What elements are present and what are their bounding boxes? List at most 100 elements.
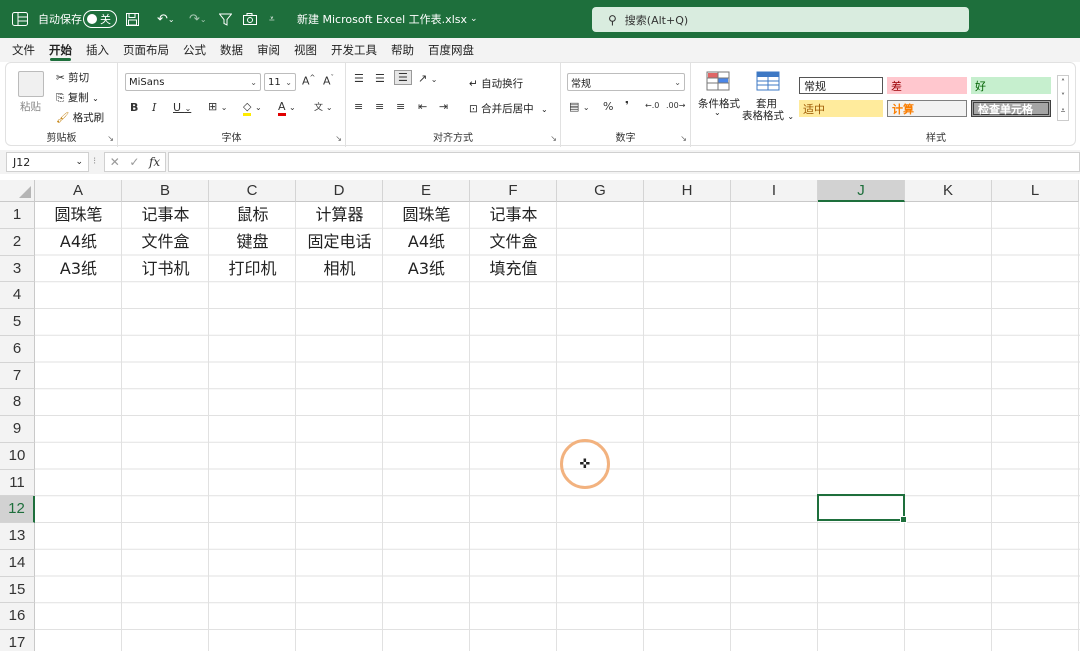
comma-icon[interactable]: ❜ [625, 99, 629, 112]
row-header-10[interactable]: 10 [0, 442, 35, 470]
formula-input[interactable] [168, 152, 1080, 172]
dialog-launcher-icon[interactable]: ↘ [680, 134, 687, 143]
style-calculation[interactable]: 计算 [887, 100, 967, 117]
cell-f1[interactable]: 记事本 [470, 202, 557, 229]
cut-button[interactable]: ✂ 剪切 [56, 70, 89, 85]
style-bad[interactable]: 差 [887, 77, 967, 94]
menu-formulas[interactable]: 公式 [176, 38, 213, 62]
insert-function-icon[interactable]: fx [149, 155, 160, 169]
row-header-9[interactable]: 9 [0, 416, 35, 443]
column-header-g[interactable]: G [557, 180, 644, 202]
phonetic-icon[interactable]: 文 ⌄ [314, 100, 333, 113]
select-all-button[interactable] [0, 180, 35, 202]
decrease-indent-icon[interactable]: ⇤ [418, 100, 427, 113]
column-header-e[interactable]: E [383, 180, 470, 202]
format-painter-button[interactable]: 🖌 格式刷 [56, 110, 104, 125]
row-header-14[interactable]: 14 [0, 549, 35, 577]
save-icon[interactable] [126, 0, 139, 38]
row-header-3[interactable]: 3 [0, 255, 35, 283]
row-header-5[interactable]: 5 [0, 309, 35, 336]
row-header-17[interactable]: 17 [0, 630, 35, 651]
increase-font-icon[interactable]: A^ [302, 74, 315, 88]
file-title[interactable]: 新建 Microsoft Excel 工作表.xlsx ⌄ [297, 0, 478, 38]
cell-e1[interactable]: 圆珠笔 [383, 202, 470, 229]
menu-file[interactable]: 文件 [5, 38, 42, 62]
cell-c1[interactable]: 鼠标 [209, 202, 296, 229]
style-normal[interactable]: 常规 [799, 77, 883, 94]
cell-d2[interactable]: 固定电话 [296, 229, 383, 256]
search-box[interactable]: ⚲ 搜索(Alt+Q) [592, 7, 969, 32]
menu-view[interactable]: 视图 [287, 38, 324, 62]
cell-b1[interactable]: 记事本 [122, 202, 209, 229]
align-middle-icon[interactable]: ☰ [375, 72, 385, 85]
row-header-8[interactable]: 8 [0, 389, 35, 416]
column-header-k[interactable]: K [905, 180, 992, 202]
column-header-h[interactable]: H [644, 180, 731, 202]
font-color-icon[interactable]: A ⌄ [278, 100, 296, 116]
column-header-j[interactable]: J [818, 180, 905, 202]
row-header-7[interactable]: 7 [0, 362, 35, 390]
decrease-font-icon[interactable]: Aˇ [323, 74, 334, 88]
menu-data[interactable]: 数据 [213, 38, 250, 62]
number-format-select[interactable]: 常规 ⌄ [567, 73, 685, 91]
column-header-i[interactable]: I [731, 180, 818, 202]
style-check-cell[interactable]: 检查单元格 [971, 100, 1051, 117]
align-top-icon[interactable]: ☰ [354, 72, 364, 85]
cell-f3[interactable]: 填充值 [470, 256, 557, 283]
name-box[interactable]: J12 ⌄ [6, 152, 89, 172]
row-header-13[interactable]: 13 [0, 523, 35, 550]
menu-home[interactable]: 开始 [42, 38, 79, 62]
table-format-icon[interactable] [756, 71, 780, 93]
percent-icon[interactable]: % [603, 100, 613, 113]
style-neutral[interactable]: 适中 [799, 100, 883, 117]
selected-cell-j12[interactable] [817, 494, 907, 523]
cell-b2[interactable]: 文件盒 [122, 229, 209, 256]
row-header-2[interactable]: 2 [0, 228, 35, 256]
menu-insert[interactable]: 插入 [79, 38, 116, 62]
menu-baidu-netdisk[interactable]: 百度网盘 [421, 38, 481, 62]
borders-icon[interactable]: ⊞ ⌄ [208, 100, 227, 113]
align-left-icon[interactable]: ≡ [354, 100, 363, 113]
cell-f2[interactable]: 文件盒 [470, 229, 557, 256]
cancel-icon[interactable]: ✕ [110, 155, 120, 169]
decrease-decimal-icon[interactable]: .00→ [666, 101, 685, 110]
dialog-launcher-icon[interactable]: ↘ [550, 134, 557, 143]
cell-b3[interactable]: 订书机 [122, 256, 209, 283]
menu-review[interactable]: 审阅 [250, 38, 287, 62]
column-header-f[interactable]: F [470, 180, 557, 202]
row-header-1[interactable]: 1 [0, 202, 35, 229]
dialog-launcher-icon[interactable]: ↘ [107, 134, 114, 143]
align-center-icon[interactable]: ≡ [375, 100, 384, 113]
row-header-12[interactable]: 12 [0, 496, 35, 523]
cell-a1[interactable]: 圆珠笔 [35, 202, 122, 229]
merge-center-button[interactable]: ⊡ 合并后居中 ⌄ [469, 101, 548, 116]
style-good[interactable]: 好 [971, 77, 1051, 94]
row-header-4[interactable]: 4 [0, 282, 35, 309]
fill-color-icon[interactable]: ◇ ⌄ [243, 100, 262, 116]
cell-d3[interactable]: 相机 [296, 256, 383, 283]
menu-developer[interactable]: 开发工具 [324, 38, 384, 62]
row-header-16[interactable]: 16 [0, 603, 35, 630]
align-right-icon[interactable]: ≡ [396, 100, 405, 113]
cell-d1[interactable]: 计算器 [296, 202, 383, 229]
align-bottom-icon[interactable]: ☰ [394, 70, 412, 85]
column-header-l[interactable]: L [992, 180, 1079, 202]
conditional-format-icon[interactable] [706, 71, 730, 93]
accounting-icon[interactable]: ▤ ⌄ [569, 100, 590, 113]
autosave-toggle[interactable]: 关 [83, 0, 117, 38]
table-format-button[interactable]: 表格格式 ⌄ [742, 108, 794, 123]
orientation-icon[interactable]: ↗ ⌄ [418, 72, 437, 85]
cell-e3[interactable]: A3纸 [383, 256, 470, 283]
font-size-select[interactable]: 11 ⌄ [264, 73, 296, 91]
cell-e2[interactable]: A4纸 [383, 229, 470, 256]
undo-icon[interactable]: ↶ ⌄ [157, 0, 175, 38]
increase-indent-icon[interactable]: ⇥ [439, 100, 448, 113]
dialog-launcher-icon[interactable]: ↘ [335, 134, 342, 143]
cell-a3[interactable]: A3纸 [35, 256, 122, 283]
row-header-11[interactable]: 11 [0, 469, 35, 497]
column-header-c[interactable]: C [209, 180, 296, 202]
paste-button[interactable]: 粘贴 [20, 99, 41, 114]
copy-button[interactable]: ⎘ 复制 ⌄ [56, 90, 99, 105]
column-header-b[interactable]: B [122, 180, 209, 202]
row-header-6[interactable]: 6 [0, 335, 35, 363]
